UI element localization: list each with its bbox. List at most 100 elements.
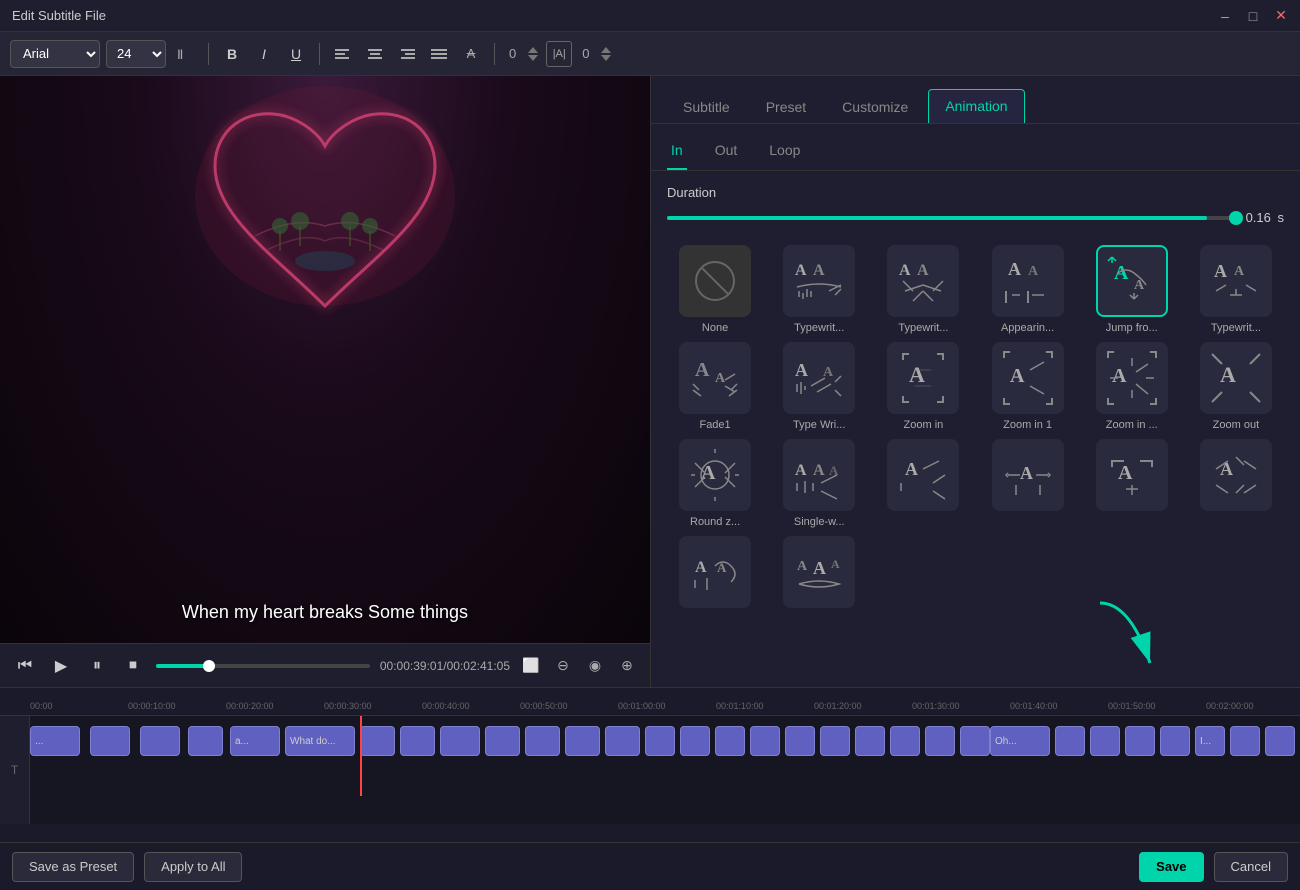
zoom-out-button[interactable]: ⊖ <box>552 655 574 677</box>
timeline-clip[interactable] <box>645 726 675 756</box>
timeline-clip[interactable] <box>1090 726 1120 756</box>
clip-button[interactable]: ⬜ <box>520 655 542 677</box>
anim-item-appearing[interactable]: A A Appearin... <box>979 245 1075 334</box>
number-stepper-1[interactable] <box>526 45 540 63</box>
timeline-clip[interactable] <box>188 726 223 756</box>
timeline-clip[interactable] <box>525 726 560 756</box>
skip-back-button[interactable]: ⏮ <box>12 653 38 679</box>
zoom-in-button[interactable]: ⊕ <box>616 655 638 677</box>
timeline-clip[interactable] <box>1125 726 1155 756</box>
tab-subtitle[interactable]: Subtitle <box>667 91 746 123</box>
play-button[interactable]: ▶ <box>48 653 74 679</box>
save-as-preset-button[interactable]: Save as Preset <box>12 852 134 882</box>
timeline-track-label: T <box>0 716 30 824</box>
anim-label-zoomin2: Zoom in ... <box>1106 419 1158 431</box>
progress-handle[interactable] <box>203 660 215 672</box>
tab-customize[interactable]: Customize <box>826 91 924 123</box>
svg-text:A: A <box>1134 278 1145 293</box>
minimize-button[interactable]: – <box>1216 7 1234 25</box>
close-button[interactable]: ✕ <box>1272 7 1290 25</box>
pause-button[interactable]: ⏸ <box>84 653 110 679</box>
tab-animation[interactable]: Animation <box>928 89 1024 123</box>
timeline-clip[interactable] <box>890 726 920 756</box>
font-select[interactable]: Arial <box>10 40 100 68</box>
anim-thumb-zoomout: A <box>1200 342 1272 414</box>
anim-item-typewrite1[interactable]: A A Typewrit... <box>771 245 867 334</box>
anim-item-fade1[interactable]: A A A Fade1 <box>667 342 763 431</box>
timeline-clip[interactable] <box>440 726 480 756</box>
timeline-clip[interactable] <box>360 726 395 756</box>
duration-value: 0.16 s <box>1246 210 1284 225</box>
anim-item-jumpfrom[interactable]: A A Jump fro... <box>1084 245 1180 334</box>
justify-button[interactable] <box>426 41 452 67</box>
subtab-in[interactable]: In <box>667 136 687 170</box>
anim-item-20[interactable]: A A A <box>771 536 867 613</box>
timeline-clip[interactable] <box>1230 726 1260 756</box>
align-center-button[interactable] <box>362 41 388 67</box>
cancel-button[interactable]: Cancel <box>1214 852 1288 882</box>
text-fit-button[interactable]: |A| <box>546 41 572 67</box>
italic-button[interactable]: I <box>251 41 277 67</box>
align-right-button[interactable] <box>394 41 420 67</box>
timeline-clip[interactable] <box>485 726 520 756</box>
number-stepper-2[interactable] <box>599 45 613 63</box>
duration-slider[interactable] <box>667 216 1236 220</box>
timeline-clip[interactable] <box>680 726 710 756</box>
underline-button[interactable]: U <box>283 41 309 67</box>
timeline-clip[interactable] <box>1160 726 1190 756</box>
timeline-clip[interactable] <box>820 726 850 756</box>
anim-item-16[interactable]: A <box>979 439 1075 528</box>
align-left-button[interactable] <box>330 41 356 67</box>
timeline-clip[interactable] <box>140 726 180 756</box>
timeline-clip[interactable] <box>925 726 955 756</box>
timeline-clip[interactable] <box>90 726 130 756</box>
subtitle-display: When my heart breaks Some things <box>0 602 650 623</box>
stop-button[interactable]: ⏹ <box>120 653 146 679</box>
anim-item-18[interactable]: A <box>1188 439 1284 528</box>
timeline-clip[interactable] <box>715 726 745 756</box>
timeline-clip[interactable]: I... <box>1195 726 1225 756</box>
timeline-clip[interactable] <box>785 726 815 756</box>
duration-label: Duration <box>667 185 1284 200</box>
timeline-clip[interactable] <box>750 726 780 756</box>
timeline-clip[interactable]: a... <box>230 726 280 756</box>
ruler-marks: 00:0000:00:10:0000:00:20:0000:00:30:0000… <box>0 701 1300 711</box>
text-style-button[interactable]: Ⅱ <box>172 41 198 67</box>
timeline-clip[interactable] <box>960 726 990 756</box>
bold-button[interactable]: B <box>219 41 245 67</box>
timeline-clip[interactable] <box>400 726 435 756</box>
anim-item-15[interactable]: A <box>875 439 971 528</box>
anim-item-none[interactable]: None <box>667 245 763 334</box>
anim-item-typewrite4[interactable]: A A Type Wri... <box>771 342 867 431</box>
anim-item-singlew[interactable]: A A A Single-w... <box>771 439 867 528</box>
timeline-clip[interactable] <box>1265 726 1295 756</box>
duration-handle[interactable] <box>1229 211 1243 225</box>
timeline-clip[interactable]: Oh... <box>990 726 1050 756</box>
anim-item-19[interactable]: A A <box>667 536 763 613</box>
save-button[interactable]: Save <box>1139 852 1203 882</box>
timeline-clip[interactable] <box>605 726 640 756</box>
anim-item-typewrite2[interactable]: A A Typewrit... <box>875 245 971 334</box>
timeline-clip[interactable]: What do... <box>285 726 355 756</box>
subtab-out[interactable]: Out <box>711 136 742 170</box>
tab-preset[interactable]: Preset <box>750 91 822 123</box>
anim-item-zoomin[interactable]: A Zoom in <box>875 342 971 431</box>
timeline-clip[interactable] <box>855 726 885 756</box>
apply-to-all-button[interactable]: Apply to All <box>144 852 242 882</box>
timeline-clip[interactable]: ... <box>30 726 80 756</box>
anim-item-zoomin1[interactable]: A Zoom in 1 <box>979 342 1075 431</box>
anim-item-typewrite3[interactable]: A A Typewrit... <box>1188 245 1284 334</box>
anim-item-roundz[interactable]: A Round z... <box>667 439 763 528</box>
anim-thumb-typewrite4: A A <box>783 342 855 414</box>
text-decoration-button[interactable]: A <box>458 41 484 67</box>
font-size-select[interactable]: 24 <box>106 40 166 68</box>
toolbar-separator-2 <box>319 43 320 65</box>
anim-item-zoomin2[interactable]: A Zoom in ... <box>1084 342 1180 431</box>
timeline-clip[interactable] <box>565 726 600 756</box>
progress-bar[interactable] <box>156 664 370 668</box>
timeline-clip[interactable] <box>1055 726 1085 756</box>
subtab-loop[interactable]: Loop <box>765 136 804 170</box>
maximize-button[interactable]: □ <box>1244 7 1262 25</box>
anim-item-zoomout[interactable]: A Zoom out <box>1188 342 1284 431</box>
anim-item-17[interactable]: A <box>1084 439 1180 528</box>
